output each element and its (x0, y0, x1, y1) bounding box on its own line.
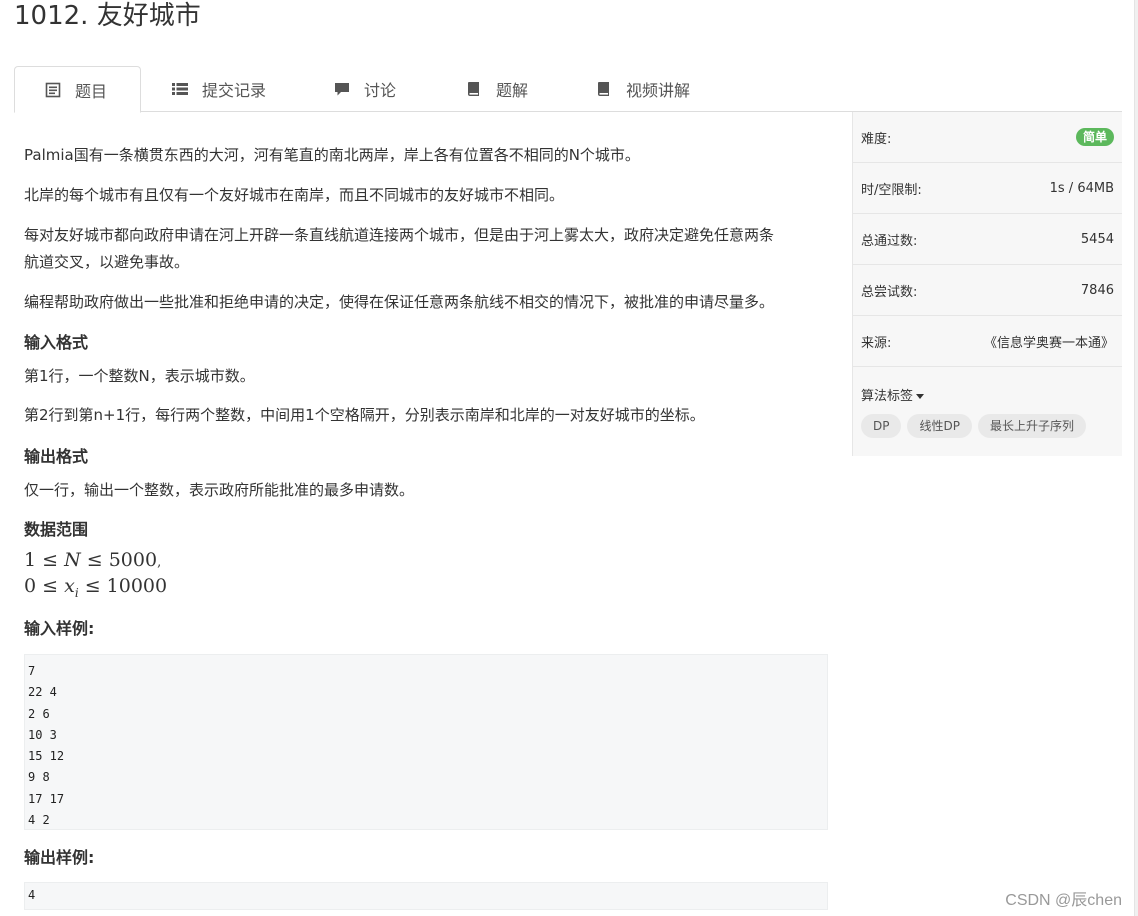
description-paragraph: 航道交叉，以避免事故。 (24, 253, 190, 271)
scrollbar[interactable] (1134, 0, 1138, 916)
difficulty-label: 难度: (861, 131, 892, 147)
tried-row: 总尝试数: 7846 (853, 265, 1122, 316)
comment-icon (334, 81, 350, 97)
watermark: CSDN @辰chen (1005, 892, 1122, 909)
range-formula-x: 0 ≤ xi ≤ 10000 (24, 575, 168, 600)
page-title: 1012. 友好城市 (14, 1, 201, 31)
tab-label: 题解 (496, 81, 529, 100)
limit-label: 时/空限制: (861, 182, 922, 198)
input-format-line: 第1行，一个整数N，表示城市数。 (24, 367, 255, 385)
problem-info-panel: 难度: 简单 时/空限制: 1s / 64MB 总通过数: 5454 总尝试数:… (852, 112, 1122, 456)
input-format-line: 第2行到第n+1行，每行两个整数，中间用1个空格隔开，分别表示南岸和北岸的一对友… (24, 406, 705, 424)
description-paragraph: Palmia国有一条横贯东西的大河，河有笔直的南北两岸，岸上各有位置各不相同的N… (24, 146, 640, 164)
caret-down-icon (916, 394, 925, 399)
tab-label: 提交记录 (202, 81, 267, 100)
sample-input-code[interactable]: 7 22 4 2 6 10 3 15 12 9 8 17 17 4 2 (24, 654, 828, 830)
tab-submissions[interactable]: 提交记录 (172, 66, 266, 112)
book-icon (466, 81, 482, 97)
difficulty-badge: 简单 (1075, 128, 1114, 146)
passed-row: 总通过数: 5454 (853, 214, 1122, 265)
tag-lis[interactable]: 最长上升子序列 (977, 414, 1086, 438)
tag-dp[interactable]: DP (861, 414, 902, 438)
tab-label: 讨论 (364, 81, 397, 100)
sample-output-code[interactable]: 4 (24, 882, 828, 910)
document-icon (45, 82, 61, 98)
description-paragraph: 编程帮助政府做出一些批准和拒绝申请的决定，使得在保证任意两条航线不相交的情况下，… (24, 293, 775, 311)
source-label: 来源: (861, 335, 892, 351)
source-value: 《信息学奥赛一本通》 (983, 335, 1114, 351)
passed-label: 总通过数: (861, 233, 918, 249)
passed-value: 5454 (1080, 231, 1114, 247)
tab-label: 题目 (75, 81, 108, 101)
algorithm-tags: DP 线性DP 最长上升子序列 (853, 410, 1122, 456)
algorithm-tags-label: 算法标签 (861, 389, 914, 404)
output-format-heading: 输出格式 (24, 447, 89, 466)
tab-video[interactable]: 视频讲解 (596, 66, 690, 112)
tried-value: 7846 (1080, 282, 1114, 298)
source-row: 来源: 《信息学奥赛一本通》 (853, 316, 1122, 367)
input-format-heading: 输入格式 (24, 333, 89, 352)
list-icon (172, 81, 188, 97)
sample-input-heading: 输入样例: (24, 619, 95, 638)
range-formula-n: 1 ≤ N ≤ 5000, (24, 549, 162, 571)
sample-output-heading: 输出样例: (24, 848, 95, 867)
description-paragraph: 每对友好城市都向政府申请在河上开辟一条直线航道连接两个城市，但是由于河上雾太大，… (24, 226, 775, 244)
tab-label: 视频讲解 (626, 81, 691, 100)
tag-linear-dp[interactable]: 线性DP (907, 414, 972, 438)
output-format-line: 仅一行，输出一个整数，表示政府所能批准的最多申请数。 (24, 481, 415, 499)
limit-row: 时/空限制: 1s / 64MB (853, 163, 1122, 214)
description-paragraph: 北岸的每个城市有且仅有一个友好城市在南岸，而且不同城市的友好城市不相同。 (24, 186, 565, 204)
tab-bar: 题目 提交记录 讨论 题解 视频讲解 (14, 66, 1122, 113)
book-icon (596, 81, 612, 97)
algorithm-tags-toggle[interactable]: 算法标签 (853, 367, 1122, 410)
tab-problem[interactable]: 题目 (14, 66, 141, 113)
limit-value: 1s / 64MB (1049, 180, 1114, 196)
data-range-heading: 数据范围 (24, 520, 89, 539)
tab-solutions[interactable]: 题解 (466, 66, 528, 112)
tried-label: 总尝试数: (861, 284, 918, 300)
tab-discussion[interactable]: 讨论 (334, 66, 396, 112)
difficulty-row: 难度: 简单 (853, 112, 1122, 163)
